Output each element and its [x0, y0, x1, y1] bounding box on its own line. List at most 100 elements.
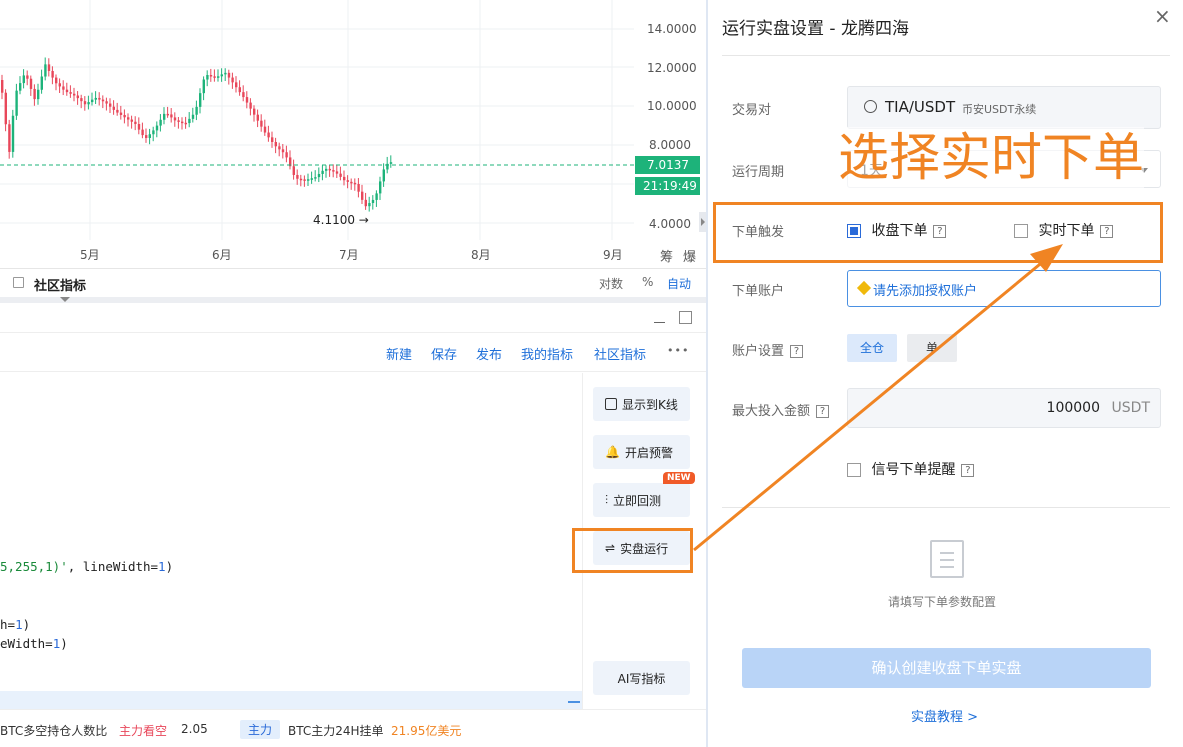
help-icon[interactable]: ?	[816, 405, 830, 418]
candle-body	[213, 76, 216, 78]
candle-body	[260, 120, 263, 127]
candle-body	[55, 77, 58, 84]
max-amount-unit: USDT	[1111, 400, 1150, 416]
ticker-item[interactable]: BTC主力24H挂单	[288, 722, 384, 739]
candle-body	[105, 101, 108, 104]
ai-write-indicator-button[interactable]: AI写指标	[593, 661, 690, 695]
candle-body	[80, 98, 83, 102]
percent-scale-button[interactable]: %	[642, 275, 653, 289]
editor-header	[0, 303, 706, 333]
max-amount-input[interactable]: 100000 USDT	[847, 388, 1161, 428]
save-button[interactable]: 保存	[431, 344, 457, 363]
candle-body	[37, 89, 40, 100]
minimize-icon[interactable]	[654, 322, 665, 323]
candle-body	[87, 102, 90, 105]
ticker-item[interactable]: BTC多空持仓人数比	[0, 722, 107, 739]
candle-body	[4, 92, 7, 125]
editor-toolbar: 新建 保存 发布 我的指标 社区指标 •••	[0, 334, 706, 372]
new-button[interactable]: 新建	[386, 344, 412, 363]
candle-body	[145, 135, 148, 138]
candle-body	[141, 129, 144, 136]
code-line: eWidth=1)	[0, 636, 68, 651]
candle-body	[357, 183, 360, 192]
price-chart[interactable]: 14.0000 12.0000 10.0000 8.0000 4.0000 7.…	[0, 0, 706, 268]
candle-body	[98, 97, 101, 100]
candle-body	[314, 177, 317, 179]
panel-title: 运行实盘设置 - 龙腾四海	[722, 19, 909, 39]
chip-button[interactable]: 筹	[660, 246, 673, 265]
cross-margin-button[interactable]: 全仓	[847, 334, 897, 362]
confirm-button[interactable]: 确认创建收盘下单实盘	[742, 648, 1151, 688]
candle-body	[101, 99, 105, 102]
edit-icon[interactable]	[13, 277, 24, 288]
liquidation-button[interactable]: 爆	[683, 246, 696, 265]
editor-horizontal-scrollbar[interactable]	[0, 691, 582, 709]
candle-body	[19, 83, 22, 91]
candle-body	[69, 92, 72, 94]
candle-body	[296, 174, 299, 179]
help-icon[interactable]: ?	[961, 463, 975, 477]
candle-body	[339, 173, 342, 177]
search-icon	[864, 100, 877, 113]
ticker-badge: 主力	[240, 720, 281, 739]
candle-body	[76, 95, 79, 99]
backtest-button[interactable]: ⫶ 立即回测	[593, 483, 690, 517]
candle-body	[292, 166, 295, 175]
tutorial-link[interactable]: 实盘教程 >	[911, 706, 978, 725]
candle-body	[181, 121, 184, 124]
x-tick: 8月	[471, 248, 491, 262]
isolated-margin-button[interactable]: 单	[907, 334, 957, 362]
countdown-tag: 21:19:49	[635, 177, 700, 195]
signal-reminder-option[interactable]: 信号下单提醒?	[847, 459, 975, 479]
checkbox-unchecked[interactable]	[847, 463, 861, 477]
pair-market: 币安USDT永续	[962, 103, 1037, 116]
candle-body	[22, 75, 25, 84]
candle-body	[191, 114, 195, 119]
candle-body	[91, 99, 94, 103]
my-indicators-button[interactable]: 我的指标	[521, 344, 573, 363]
candle-body	[195, 106, 198, 115]
add-account-link[interactable]: 请先添加授权账户	[873, 280, 977, 299]
help-icon[interactable]: ?	[790, 345, 804, 358]
code-editor[interactable]	[0, 373, 582, 691]
candle-body	[137, 124, 141, 130]
pair-selector[interactable]: TIA/USDT 币安USDT永续	[847, 86, 1161, 129]
candle-body	[11, 115, 15, 152]
show-on-kline-button[interactable]: 显示到K线	[593, 387, 690, 421]
close-icon[interactable]: ×	[1154, 4, 1171, 28]
account-select[interactable]: 请先添加授权账户	[847, 270, 1161, 307]
enable-alert-button[interactable]: 🔔 开启预警	[593, 435, 690, 469]
account-setting-label: 账户设置?	[732, 340, 804, 359]
candle-body	[224, 72, 227, 75]
candle-body	[281, 149, 285, 153]
candle-body	[163, 113, 166, 120]
publish-button[interactable]: 发布	[476, 344, 502, 363]
x-tick: 6月	[212, 248, 232, 262]
community-indicators-button[interactable]: 社区指标	[594, 344, 646, 363]
panel-collapse-handle[interactable]	[699, 212, 706, 232]
candle-body	[119, 112, 123, 115]
more-icon[interactable]: •••	[667, 344, 689, 357]
candle-body	[285, 152, 288, 158]
candle-body	[159, 119, 162, 126]
ticker-value: 21.95亿美元	[391, 724, 462, 738]
maximize-icon[interactable]	[679, 311, 692, 324]
log-scale-button[interactable]: 对数	[599, 275, 623, 292]
candle-body	[245, 97, 249, 103]
x-tick: 7月	[339, 248, 359, 262]
pair-value: TIA/USDT	[885, 98, 956, 116]
candle-body	[65, 89, 69, 93]
document-icon	[930, 540, 964, 578]
candle-body	[346, 180, 349, 182]
candle-body	[253, 108, 256, 115]
candle-body	[256, 114, 259, 121]
candle-body	[134, 121, 137, 125]
candle-body	[44, 64, 47, 77]
candle-body	[166, 113, 169, 116]
candle-body	[343, 176, 346, 181]
candle-body	[389, 162, 393, 164]
chevron-down-icon	[60, 297, 70, 302]
live-run-highlight	[572, 528, 693, 573]
auto-scale-button[interactable]: 自动	[667, 275, 691, 292]
candle-body	[148, 134, 151, 138]
